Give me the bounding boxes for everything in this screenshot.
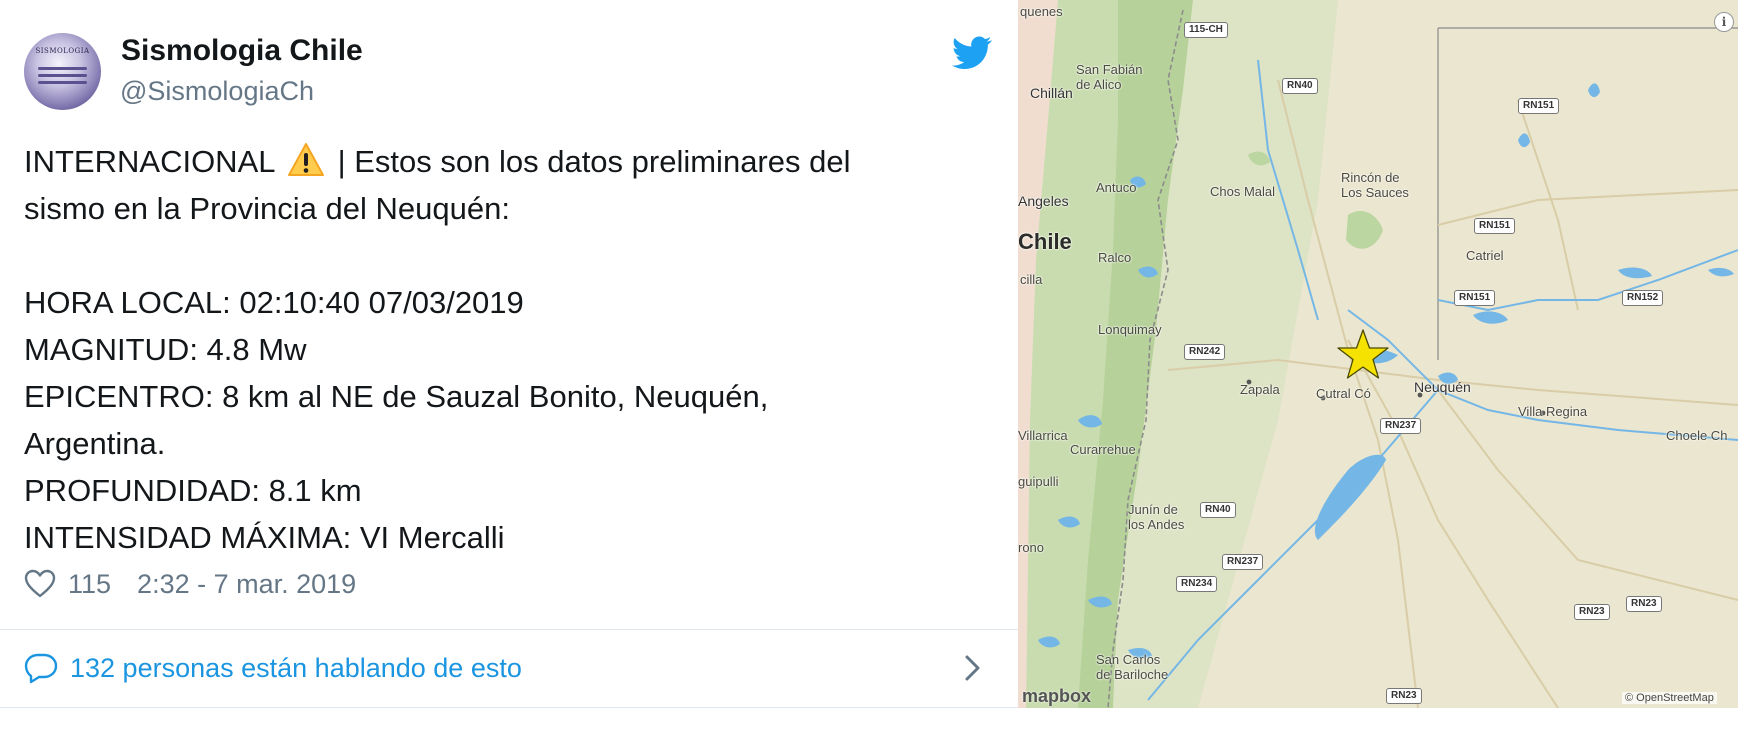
heart-icon[interactable] [24, 569, 56, 599]
map-label-san-fabian: San Fabián de Alico [1076, 62, 1143, 92]
road-rn23-south: RN23 [1386, 688, 1422, 704]
road-rn151-south: RN151 [1454, 290, 1496, 306]
road-rn151-north: RN151 [1518, 98, 1560, 114]
map-label-junin-de-los-andes: Junín de los Andes [1128, 502, 1185, 532]
tweet-line-profundidad: PROFUNDIDAD: 8.1 km [24, 473, 362, 508]
map-label-curarrehue: Curarrehue [1070, 442, 1136, 457]
divider [0, 629, 1018, 630]
tweet-line-1-start: INTERNACIONAL [24, 144, 283, 179]
road-115-ch: 115-CH [1184, 22, 1228, 38]
map-label-cutral-co: Cutral Có [1316, 386, 1371, 401]
like-count[interactable]: 115 [68, 569, 111, 600]
map-label-lonquimay: Lonquimay [1098, 322, 1162, 337]
map-label-catriel: Catriel [1466, 248, 1504, 263]
avatar-lines [38, 63, 87, 88]
map-label-angeles: Angeles [1018, 193, 1069, 209]
map-label-rincon-de-los-sauces: Rincón de Los Sauces [1341, 170, 1409, 200]
mapbox-logo[interactable]: mapbox [1022, 686, 1091, 707]
map-label-chos-malal: Chos Malal [1210, 184, 1276, 199]
road-rn40-south: RN40 [1200, 502, 1236, 518]
map-label-villa-regina: Villa Regina [1518, 404, 1588, 419]
map-label-quenes: quenes [1020, 4, 1063, 19]
map-label-cilla: cilla [1020, 272, 1043, 287]
map-info-icon[interactable]: i [1714, 12, 1734, 32]
conversation-label: 132 personas están hablando de esto [70, 652, 522, 683]
tweet-line-epicentro: EPICENTRO: 8 km al NE de Sauzal Bonito, … [24, 379, 769, 414]
tweet-timestamp[interactable]: 2:32 - 7 mar. 2019 [137, 569, 356, 600]
tweet-card: SISMOLOGIA Sismologia Chile @SismologiaC… [0, 0, 1018, 708]
road-rn40-north: RN40 [1282, 78, 1318, 94]
road-rn23-west: RN23 [1574, 604, 1610, 620]
road-rn151-mid: RN151 [1474, 218, 1516, 234]
tweet-line-argentina: Argentina. [24, 426, 166, 461]
tweet-line-1-end: | Estos son los datos preliminares del [328, 144, 851, 179]
road-rn23-east: RN23 [1626, 596, 1662, 612]
map-label-chillan: Chillán [1030, 85, 1073, 101]
user-handle[interactable]: @SismologiaCh [120, 76, 314, 107]
card-bottom-border [0, 707, 1018, 708]
chevron-right-icon[interactable] [962, 652, 984, 684]
tweet-line-2: sismo en la Provincia del Neuquén: [24, 191, 510, 226]
road-rn234: RN234 [1176, 576, 1218, 592]
map-label-rono: rono [1018, 540, 1045, 555]
map-label-guipulli: guipulli [1018, 474, 1059, 489]
tweet-text: INTERNACIONAL | Estos son los datos prel… [24, 138, 984, 561]
map-label-san-carlos-de-bariloche: San Carlos de Bariloche [1096, 652, 1169, 682]
twitter-bird-icon[interactable] [952, 36, 992, 70]
tweet-line-magnitud: MAGNITUD: 4.8 Mw [24, 332, 307, 367]
avatar[interactable]: SISMOLOGIA [24, 33, 101, 110]
road-rn242: RN242 [1184, 344, 1226, 360]
tweet-line-1: INTERNACIONAL | Estos son los datos prel… [24, 138, 984, 185]
tweet-line-intensidad: INTENSIDAD MÁXIMA: VI Mercalli [24, 520, 505, 555]
tweet-line-hora: HORA LOCAL: 02:10:40 07/03/2019 [24, 285, 524, 320]
conversation-link[interactable]: 132 personas están hablando de esto [24, 648, 522, 688]
warning-icon [287, 142, 325, 178]
road-rn237-east: RN237 [1380, 418, 1422, 434]
map-label-antuco: Antuco [1096, 180, 1137, 195]
map-label-chile: Chile [1018, 229, 1072, 254]
map-view[interactable]: quenes San Fabián de Alico Chillán Angel… [1018, 0, 1738, 708]
map-label-choele: Choele Ch [1666, 428, 1728, 443]
speech-bubble-icon [24, 653, 58, 684]
tweet-meta: 115 2:32 - 7 mar. 2019 [24, 566, 356, 602]
road-rn152: RN152 [1622, 290, 1664, 306]
map-label-neuquen: Neuquén [1414, 379, 1471, 395]
road-rn237-south: RN237 [1222, 554, 1264, 570]
map-label-villarrica: Villarrica [1018, 428, 1068, 443]
map-label-ralco: Ralco [1098, 250, 1132, 265]
avatar-label: SISMOLOGIA [35, 47, 90, 55]
display-name[interactable]: Sismologia Chile [121, 34, 363, 68]
map-label-zapala: Zapala [1240, 382, 1280, 397]
map-attribution[interactable]: © OpenStreetMap [1622, 692, 1717, 704]
